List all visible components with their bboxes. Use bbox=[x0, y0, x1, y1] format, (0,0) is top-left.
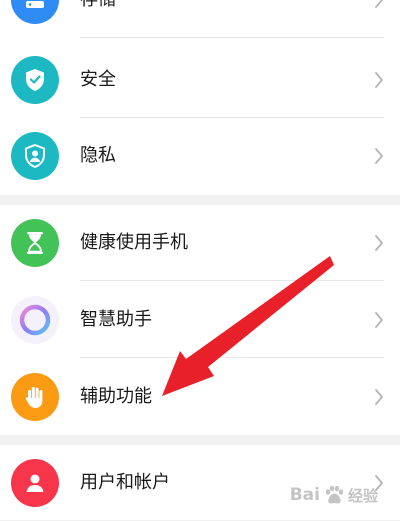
settings-item-digital-balance[interactable]: 健康使用手机 bbox=[0, 205, 400, 281]
chevron-right-icon bbox=[375, 0, 383, 8]
settings-item-smart-assistant[interactable]: 智慧助手 bbox=[0, 282, 400, 358]
settings-item-label: 用户和帐户 bbox=[80, 472, 170, 493]
settings-item-label: 智慧助手 bbox=[80, 309, 152, 330]
shield-check-icon bbox=[11, 56, 59, 104]
chevron-right-icon bbox=[375, 389, 383, 405]
settings-item-label: 存储 bbox=[80, 0, 116, 38]
hand-icon bbox=[11, 373, 59, 421]
storage-icon bbox=[11, 0, 59, 24]
hourglass-icon bbox=[11, 219, 59, 267]
chevron-right-icon bbox=[375, 235, 383, 251]
divider bbox=[80, 37, 384, 38]
settings-item-users-accounts[interactable]: 用户和帐户 bbox=[0, 445, 400, 521]
chevron-right-icon bbox=[375, 72, 383, 88]
settings-item-label: 辅助功能 bbox=[80, 386, 152, 407]
settings-group-accounts: 用户和帐户 bbox=[0, 445, 400, 520]
settings-group-assist: 健康使用手机 智慧助手 辅助功能 bbox=[0, 205, 400, 435]
settings-group-device: 存储 安全 隐私 bbox=[0, 0, 400, 195]
settings-item-accessibility[interactable]: 辅助功能 bbox=[0, 359, 400, 435]
chevron-right-icon bbox=[375, 148, 383, 164]
chevron-right-icon bbox=[375, 475, 383, 491]
privacy-shield-icon bbox=[11, 132, 59, 180]
assistant-ring-icon bbox=[11, 296, 59, 344]
settings-item-storage[interactable]: 存储 bbox=[0, 0, 400, 38]
settings-item-privacy[interactable]: 隐私 bbox=[0, 118, 400, 194]
chevron-right-icon bbox=[375, 312, 383, 328]
settings-item-label: 健康使用手机 bbox=[80, 232, 188, 253]
settings-item-label: 安全 bbox=[80, 69, 116, 90]
divider bbox=[80, 280, 384, 281]
divider bbox=[80, 357, 384, 358]
settings-item-label: 隐私 bbox=[80, 145, 116, 166]
settings-item-security[interactable]: 安全 bbox=[0, 42, 400, 118]
user-icon bbox=[11, 459, 59, 507]
